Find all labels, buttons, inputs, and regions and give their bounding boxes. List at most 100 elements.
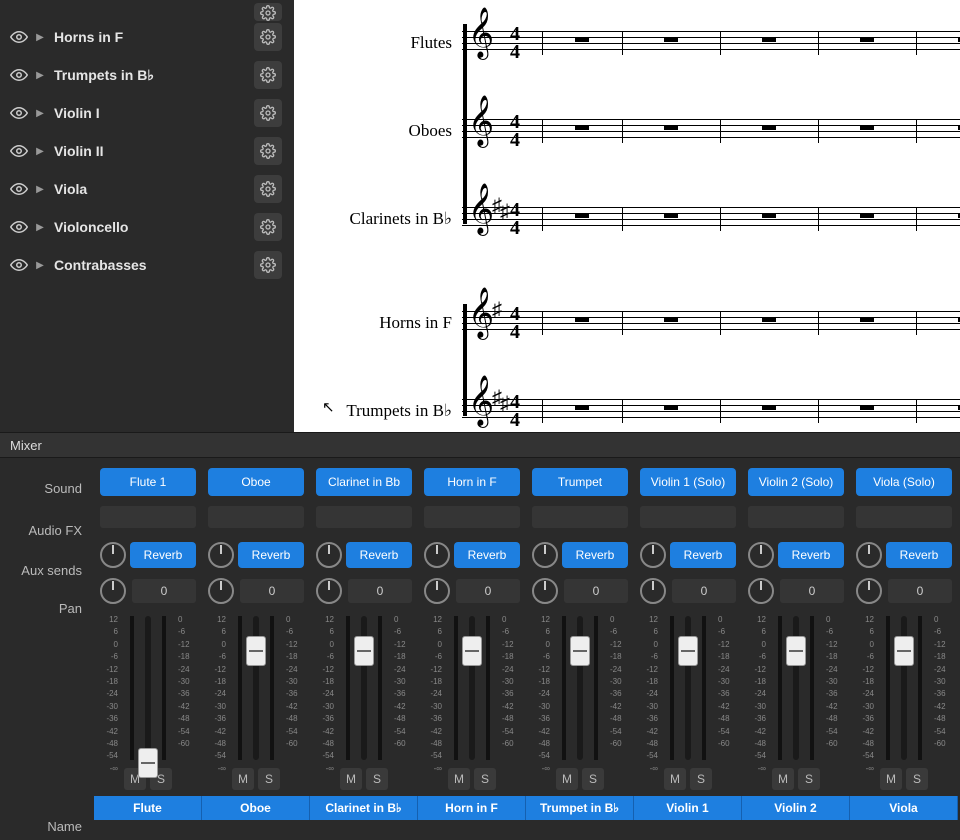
aux-send-button[interactable]: Reverb	[454, 542, 520, 568]
visibility-icon[interactable]	[8, 66, 30, 84]
sound-select-button[interactable]: Viola (Solo)	[856, 468, 952, 496]
pan-knob[interactable]	[532, 578, 558, 604]
channel-name[interactable]: Clarinet in B♭	[310, 796, 418, 820]
staff-lines[interactable]: 𝄞44	[462, 111, 960, 151]
solo-button[interactable]: S	[690, 768, 712, 790]
track-settings-button[interactable]	[254, 213, 282, 241]
visibility-icon[interactable]	[8, 180, 30, 198]
solo-button[interactable]: S	[582, 768, 604, 790]
pan-knob[interactable]	[856, 578, 882, 604]
visibility-icon[interactable]	[8, 104, 30, 122]
sound-select-button[interactable]: Oboe	[208, 468, 304, 496]
fader-handle[interactable]	[246, 636, 266, 666]
track-settings-button[interactable]	[254, 99, 282, 127]
pan-value[interactable]: 0	[456, 579, 520, 603]
track-row[interactable]: ▶Viola	[0, 170, 294, 208]
track-settings-button[interactable]	[254, 61, 282, 89]
aux-send-knob[interactable]	[532, 542, 558, 568]
staff-lines[interactable]: 𝄞44	[462, 23, 960, 63]
fader-handle[interactable]	[462, 636, 482, 666]
pan-value[interactable]: 0	[672, 579, 736, 603]
fader-track[interactable]	[145, 616, 151, 760]
aux-send-button[interactable]: Reverb	[238, 542, 304, 568]
expand-icon[interactable]: ▶	[30, 32, 50, 43]
aux-send-button[interactable]: Reverb	[130, 542, 196, 568]
pan-knob[interactable]	[424, 578, 450, 604]
sound-select-button[interactable]: Violin 2 (Solo)	[748, 468, 844, 496]
expand-icon[interactable]: ▶	[30, 146, 50, 157]
channel-name[interactable]: Oboe	[202, 796, 310, 820]
expand-icon[interactable]: ▶	[30, 184, 50, 195]
track-settings-button[interactable]	[254, 23, 282, 51]
sound-select-button[interactable]: Clarinet in Bb	[316, 468, 412, 496]
fader-handle[interactable]	[678, 636, 698, 666]
pan-knob[interactable]	[316, 578, 342, 604]
track-row[interactable]: ▶Contrabasses	[0, 246, 294, 284]
aux-send-knob[interactable]	[748, 542, 774, 568]
track-settings-button[interactable]	[254, 137, 282, 165]
pan-knob[interactable]	[640, 578, 666, 604]
fader-handle[interactable]	[570, 636, 590, 666]
expand-icon[interactable]: ▶	[30, 70, 50, 81]
aux-send-button[interactable]: Reverb	[886, 542, 952, 568]
channel-name[interactable]: Flute	[94, 796, 202, 820]
aux-send-knob[interactable]	[316, 542, 342, 568]
fader-handle[interactable]	[894, 636, 914, 666]
audio-fx-slot[interactable]	[208, 506, 304, 528]
audio-fx-slot[interactable]	[316, 506, 412, 528]
track-settings-button[interactable]	[254, 251, 282, 279]
fader-handle[interactable]	[354, 636, 374, 666]
sound-select-button[interactable]: Horn in F	[424, 468, 520, 496]
pan-value[interactable]: 0	[132, 579, 196, 603]
channel-name[interactable]: Trumpet in B♭	[526, 796, 634, 820]
track-settings-button[interactable]	[254, 175, 282, 203]
pan-knob[interactable]	[208, 578, 234, 604]
aux-send-knob[interactable]	[856, 542, 882, 568]
solo-button[interactable]: S	[906, 768, 928, 790]
audio-fx-slot[interactable]	[640, 506, 736, 528]
aux-send-knob[interactable]	[100, 542, 126, 568]
pan-knob[interactable]	[100, 578, 126, 604]
audio-fx-slot[interactable]	[748, 506, 844, 528]
pan-value[interactable]: 0	[348, 579, 412, 603]
aux-send-knob[interactable]	[208, 542, 234, 568]
aux-send-button[interactable]: Reverb	[778, 542, 844, 568]
expand-icon[interactable]: ▶	[30, 222, 50, 233]
mute-button[interactable]: M	[448, 768, 470, 790]
track-row[interactable]: ▶Violin II	[0, 132, 294, 170]
aux-send-button[interactable]: Reverb	[562, 542, 628, 568]
expand-icon[interactable]: ▶	[30, 108, 50, 119]
channel-name[interactable]: Violin 1	[634, 796, 742, 820]
channel-name[interactable]: Viola	[850, 796, 958, 820]
pan-value[interactable]: 0	[564, 579, 628, 603]
fader-handle[interactable]	[138, 748, 158, 778]
sound-select-button[interactable]: Violin 1 (Solo)	[640, 468, 736, 496]
mute-button[interactable]: M	[340, 768, 362, 790]
staff-lines[interactable]: 𝄞♯44	[462, 303, 960, 343]
staff-lines[interactable]: 𝄞♯♯44	[462, 199, 960, 239]
audio-fx-slot[interactable]	[856, 506, 952, 528]
visibility-icon[interactable]	[8, 218, 30, 236]
score-canvas[interactable]: ↖ Flutes𝄞44Oboes𝄞44Clarinets in B♭𝄞♯♯44H…	[294, 0, 960, 432]
channel-name[interactable]: Violin 2	[742, 796, 850, 820]
aux-send-button[interactable]: Reverb	[670, 542, 736, 568]
sound-select-button[interactable]: Flute 1	[100, 468, 196, 496]
mute-button[interactable]: M	[556, 768, 578, 790]
pan-value[interactable]: 0	[888, 579, 952, 603]
solo-button[interactable]: S	[798, 768, 820, 790]
solo-button[interactable]: S	[366, 768, 388, 790]
mute-button[interactable]: M	[772, 768, 794, 790]
track-row[interactable]: ▶Horns in F	[0, 18, 294, 56]
pan-value[interactable]: 0	[780, 579, 844, 603]
visibility-icon[interactable]	[8, 256, 30, 274]
track-row[interactable]: ▶Trumpets in B♭	[0, 56, 294, 94]
track-row[interactable]: ▶Violin I	[0, 94, 294, 132]
solo-button[interactable]: S	[258, 768, 280, 790]
pan-knob[interactable]	[748, 578, 774, 604]
track-row[interactable]: ▶Violoncello	[0, 208, 294, 246]
aux-send-button[interactable]: Reverb	[346, 542, 412, 568]
track-settings-button[interactable]	[254, 3, 282, 21]
fader-handle[interactable]	[786, 636, 806, 666]
channel-name[interactable]: Horn in F	[418, 796, 526, 820]
audio-fx-slot[interactable]	[532, 506, 628, 528]
